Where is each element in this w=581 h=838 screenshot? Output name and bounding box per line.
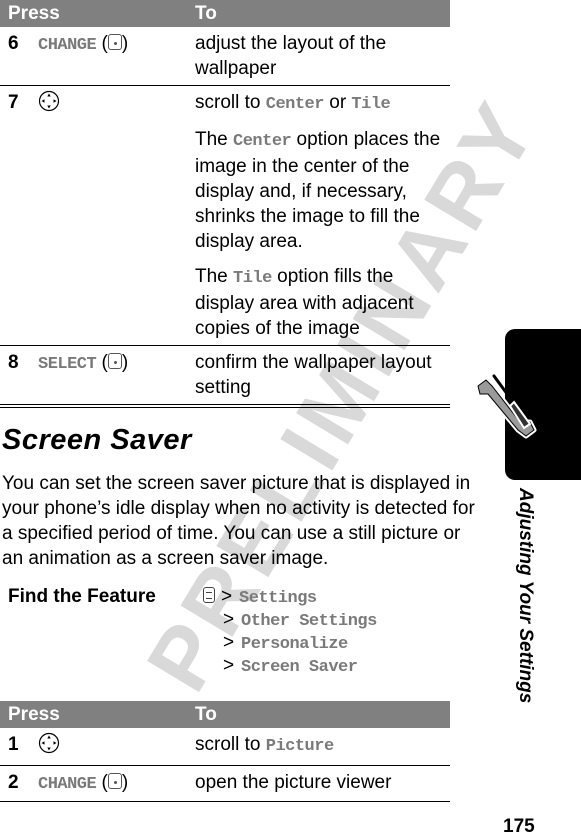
press-header: Press [0, 0, 195, 27]
option-center: Center [265, 95, 325, 114]
nav-key-icon [38, 732, 60, 754]
softkey-label: CHANGE [38, 36, 97, 55]
table-row: 7 scroll to Center or Tile The Center op… [0, 85, 450, 346]
wrench-screwdriver-icon [475, 374, 537, 439]
step-number: 6 [0, 27, 38, 86]
press-cell: CHANGE () [38, 765, 195, 802]
press-cell: SELECT () [38, 352, 129, 374]
select-key-icon [107, 353, 122, 369]
section-title: Screen Saver [2, 424, 192, 456]
center-description: The Center option places the image in th… [195, 129, 441, 252]
table-row: 6 CHANGE () adjust the layout of the wal… [0, 27, 450, 86]
menu-path-step: > Personalize [223, 632, 348, 654]
chapter-title: Adjusting Your Settings [515, 488, 536, 704]
table-header: Press To [0, 0, 450, 27]
instruction-line: scroll to Center or Tile [195, 92, 391, 114]
table-row: 8 SELECT () confirm the wallpaper layout… [0, 346, 450, 405]
menu-path: > Settings > Other Settings > Personalize >… [203, 585, 377, 677]
menu-path-step: > Screen Saver [223, 655, 358, 677]
select-key-icon [107, 34, 122, 50]
steps-table-screen-saver: Press To 1 scroll to Picture 2 CHANGE ()… [0, 701, 450, 802]
to-cell: scroll to Picture [195, 728, 450, 766]
tile-description: The Tile option fills the display area w… [195, 266, 414, 339]
steps-table-wallpaper: Press To 6 CHANGE () adjust the layout o… [0, 0, 450, 404]
to-cell: scroll to Center or Tile The Center opti… [195, 85, 450, 346]
step-number: 7 [0, 85, 38, 346]
press-cell [38, 728, 195, 766]
to-header: To [195, 0, 450, 27]
softkey-label: SELECT [38, 355, 97, 374]
table-header: Press To [0, 701, 450, 728]
section-body: You can set the screen saver picture tha… [2, 473, 475, 569]
menu-path-step: > Settings [203, 585, 377, 608]
table-row: 1 scroll to Picture [0, 728, 450, 766]
nav-key-icon [38, 90, 60, 112]
to-cell: open the picture viewer [195, 765, 450, 802]
find-the-feature: Find the Feature > Settings > Other Settin… [0, 585, 450, 677]
press-cell [38, 85, 195, 346]
page-content: Press To 6 CHANGE () adjust the layout o… [0, 0, 475, 802]
to-header: To [195, 701, 450, 728]
press-cell: CHANGE () [38, 27, 195, 86]
option-tile: Tile [351, 95, 391, 114]
to-cell: adjust the layout of the wallpaper [195, 27, 450, 86]
press-header: Press [0, 701, 195, 728]
section-divider [0, 404, 450, 408]
select-key-icon [107, 773, 122, 789]
menu-key-icon [203, 587, 215, 603]
step-number: 8 [8, 352, 19, 373]
step-number: 2 [0, 765, 38, 802]
to-cell: confirm the wallpaper layout setting [195, 352, 432, 398]
find-feature-label: Find the Feature [8, 586, 156, 607]
page-number: 175 [503, 816, 535, 837]
option-picture: Picture [265, 737, 334, 756]
step-number: 1 [0, 728, 38, 766]
table-row: 2 CHANGE () open the picture viewer [0, 765, 450, 802]
menu-path-step: > Other Settings [223, 609, 377, 631]
softkey-label: CHANGE [38, 775, 97, 794]
